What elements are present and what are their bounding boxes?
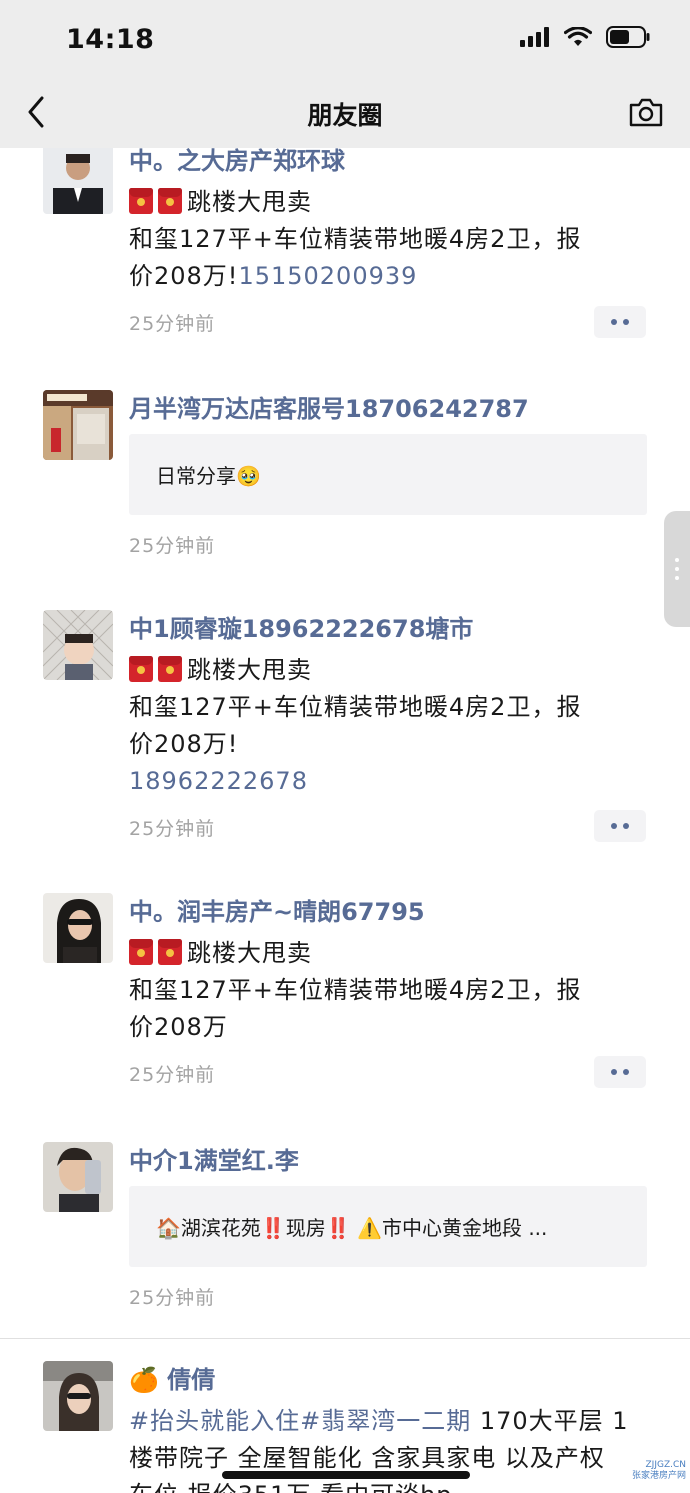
post-text-line: 和玺127平+车位精装带地暖4房2卫，报 (129, 225, 582, 253)
top-bar: 14:18 朋友圈 (0, 0, 690, 148)
poster-name[interactable]: 中。润丰房产~晴朗67795 (129, 895, 649, 929)
battery-icon (606, 26, 650, 48)
watermark-line: ZJJGZ.CN (645, 1460, 687, 1470)
avatar[interactable] (43, 390, 113, 460)
avatar[interactable] (43, 1361, 113, 1431)
red-envelope-icon (158, 188, 182, 214)
avatar[interactable] (43, 144, 113, 214)
poster-name[interactable]: 🍊 倩倩 (129, 1363, 649, 1397)
more-button[interactable] (594, 1056, 646, 1088)
more-dots-icon (611, 319, 617, 325)
page-title: 朋友圈 (307, 101, 383, 130)
post-text: #抬头就能入住#翡翠湾一二期 170大平层 1 楼带院子 全屋智能化 含家具家电… (129, 1403, 649, 1493)
avatar[interactable] (43, 610, 113, 680)
avatar[interactable] (43, 893, 113, 963)
red-envelope-icon (158, 939, 182, 965)
post-time: 25分钟前 (129, 818, 216, 840)
post-text: 跳楼大甩卖 和玺127平+车位精装带地暖4房2卫，报 价208万 (129, 935, 649, 1046)
more-button[interactable] (594, 306, 646, 338)
post-text-line: 跳楼大甩卖 (187, 939, 312, 967)
post-text-line: 跳楼大甩卖 (187, 656, 312, 684)
signal-icon (520, 27, 549, 47)
watermark: ZJJGZ.CN 张家港房产网 (632, 1460, 686, 1482)
red-envelope-icon (129, 939, 153, 965)
post-time: 25分钟前 (129, 313, 216, 335)
post-text-line: 车位 报价351万 看中可谈hp (129, 1481, 453, 1493)
status-time: 14:18 (66, 24, 155, 55)
avatar[interactable] (43, 1142, 113, 1212)
post-time: 25分钟前 (129, 1287, 216, 1309)
post-text-line: 价208万 (129, 1013, 228, 1041)
phone-link[interactable]: 15150200939 (238, 262, 417, 290)
red-envelope-icon (129, 656, 153, 682)
floating-handle[interactable] (664, 511, 690, 627)
post-text-line: 价208万! (129, 262, 239, 290)
post-text-line: 价208万! (129, 730, 239, 758)
poster-name[interactable]: 中1顾睿璇18962222678塘市 (129, 612, 649, 646)
more-button[interactable] (594, 810, 646, 842)
red-envelope-icon (129, 188, 153, 214)
phone-link[interactable]: 18962222678 (129, 767, 308, 795)
post-text: 跳楼大甩卖 和玺127平+车位精装带地暖4房2卫，报 价208万! 189622… (129, 652, 649, 800)
poster-name[interactable]: 月半湾万达店客服号18706242787 (129, 392, 649, 426)
more-dots-icon (611, 823, 617, 829)
more-dots-icon (611, 1069, 617, 1075)
home-indicator[interactable] (222, 1471, 470, 1479)
status-icons (520, 26, 650, 48)
poster-name[interactable]: 中介1满堂红.李 (129, 1144, 649, 1178)
feed-divider (0, 1338, 690, 1339)
shared-link-card[interactable]: 日常分享🥹 (129, 434, 647, 515)
post-text-line: 和玺127平+车位精装带地暖4房2卫，报 (129, 693, 582, 721)
hashtag-link[interactable]: #抬头就能入住#翡翠湾一二期 (129, 1407, 471, 1435)
post-text-line: 和玺127平+车位精装带地暖4房2卫，报 (129, 976, 582, 1004)
shared-link-card[interactable]: 🏠湖滨花苑‼️现房‼️ ⚠️市中心黄金地段 ... (129, 1186, 647, 1267)
post-text-line: 跳楼大甩卖 (187, 188, 312, 216)
poster-name[interactable]: 中。之大房产郑环球 (129, 144, 649, 178)
wifi-icon (564, 27, 592, 46)
post-text-line: 170大平层 1 (471, 1407, 629, 1435)
watermark-line: 张家港房产网 (631, 1471, 686, 1481)
post-text: 跳楼大甩卖 和玺127平+车位精装带地暖4房2卫，报 价208万!1515020… (129, 184, 649, 295)
camera-icon[interactable] (628, 96, 664, 128)
red-envelope-icon (158, 656, 182, 682)
post-time: 25分钟前 (129, 1064, 216, 1086)
post-time: 25分钟前 (129, 535, 216, 557)
post-text-line: 楼带院子 全屋智能化 含家具家电 以及产权 (129, 1444, 605, 1472)
